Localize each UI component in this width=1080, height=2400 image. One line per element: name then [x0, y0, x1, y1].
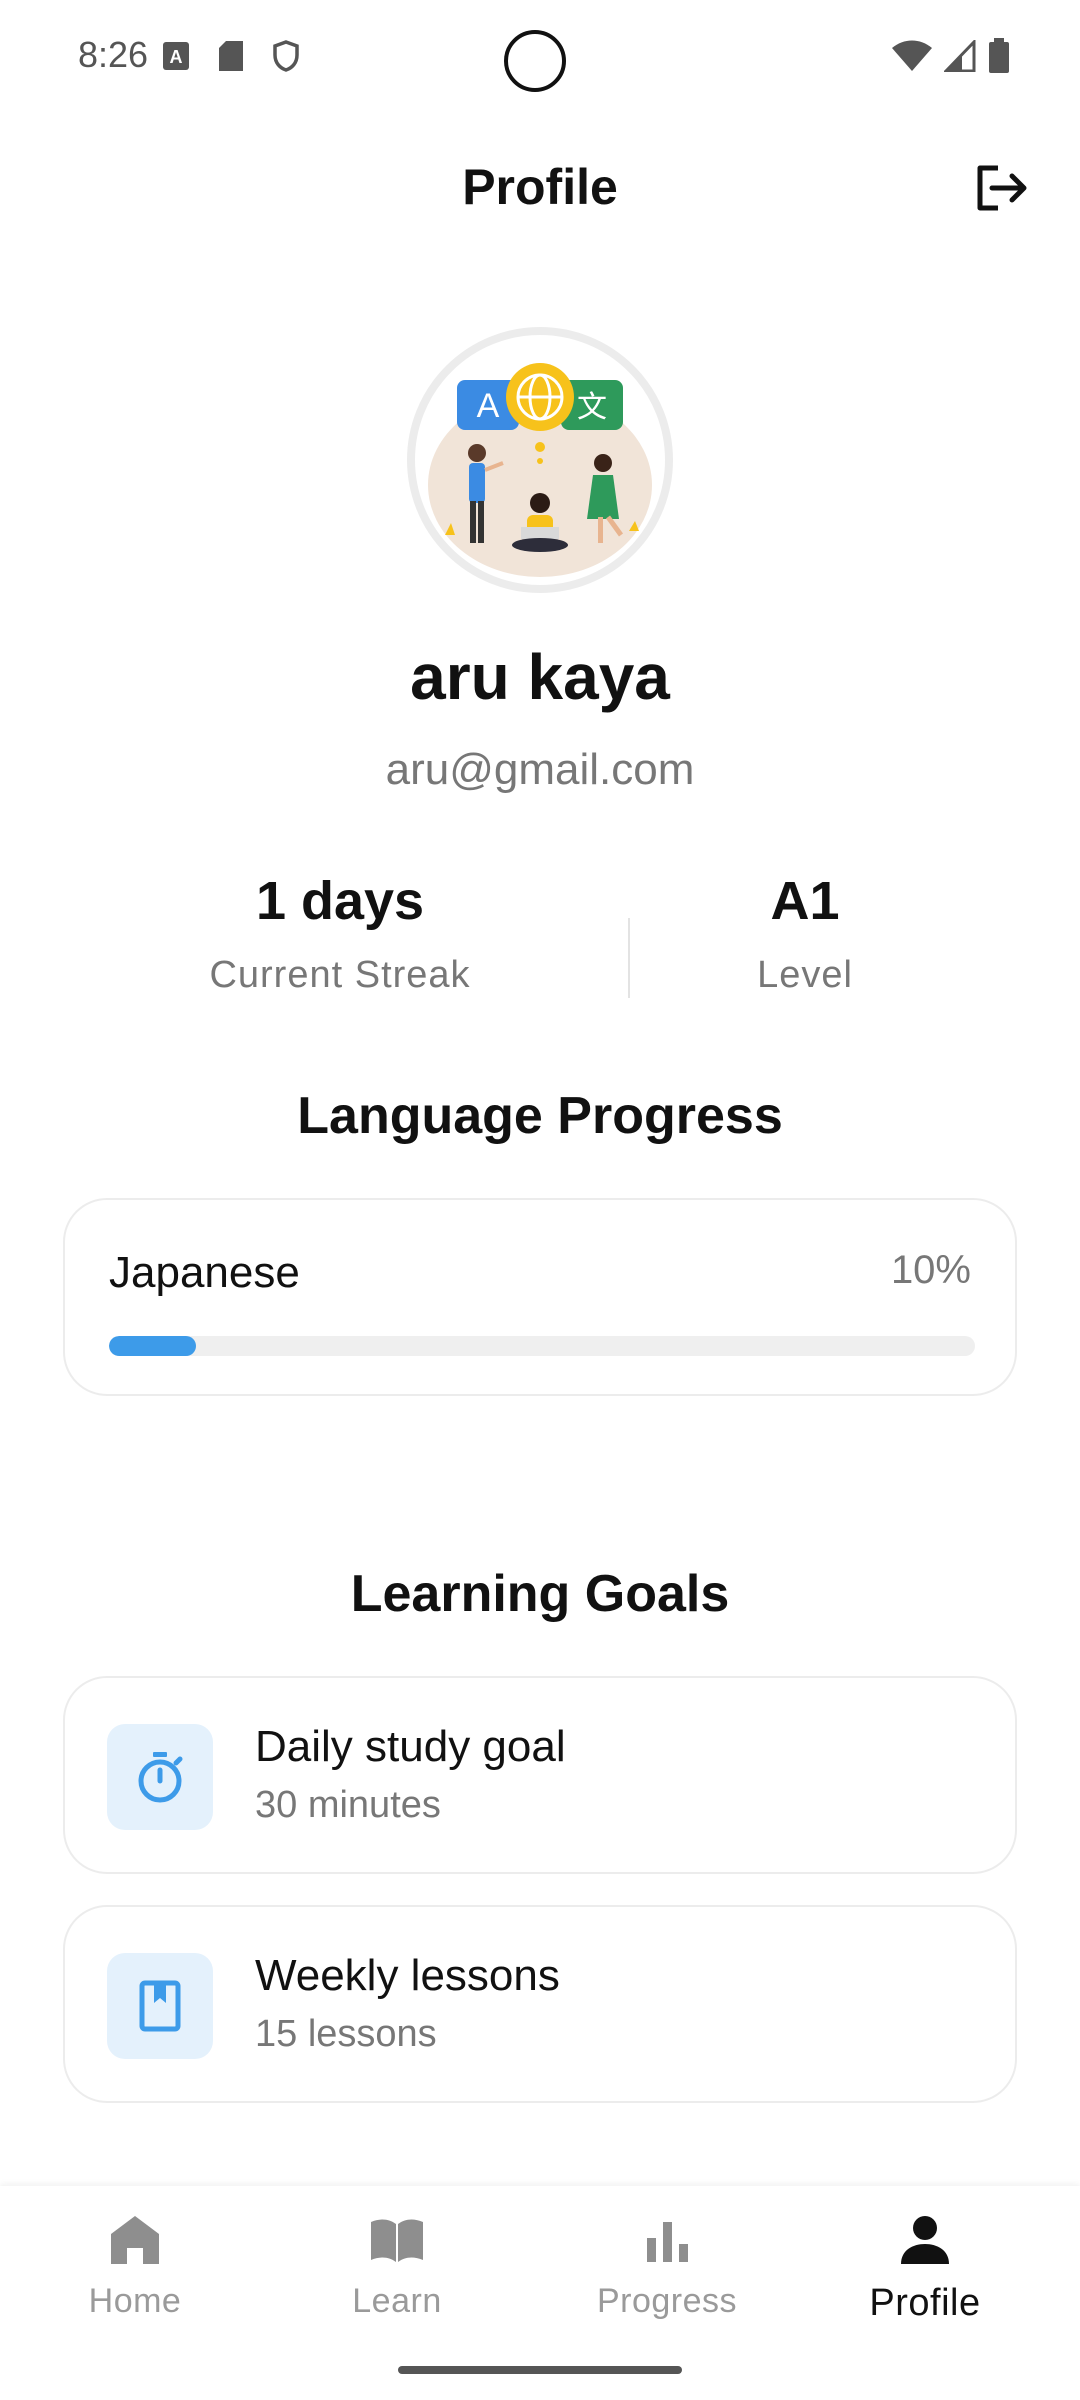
home-icon: [111, 2216, 159, 2264]
goal-card-weekly[interactable]: Weekly lessons 15 lessons: [63, 1905, 1017, 2103]
logout-icon: [977, 165, 1027, 211]
stat-level: A1 Level: [660, 870, 950, 997]
wifi-icon: [892, 40, 932, 71]
language-name: Japanese: [109, 1248, 300, 1297]
status-right-icons: [892, 38, 1010, 74]
language-progress-bar: [109, 1336, 975, 1356]
goal-title: Daily study goal: [255, 1722, 566, 1771]
battery-icon: [989, 38, 1009, 73]
language-progress-title: Language Progress: [297, 1087, 783, 1145]
logout-button[interactable]: [972, 160, 1028, 216]
font-notification-icon: A: [163, 42, 189, 70]
language-learning-illustration: A 文: [428, 363, 652, 577]
svg-text:A: A: [170, 47, 183, 67]
nav-home[interactable]: Home: [0, 2210, 270, 2321]
goal-icon-box: [107, 1953, 213, 2059]
language-percent: 10%: [890, 1248, 971, 1292]
user-email: aru@gmail.com: [385, 745, 695, 794]
nav-label: Profile: [869, 2282, 981, 2324]
person-icon: [901, 2216, 949, 2264]
status-time: 8:26: [78, 34, 149, 75]
user-name: aru kaya: [410, 641, 670, 713]
nav-label: Home: [88, 2282, 182, 2320]
bar-chart-icon: [647, 2222, 688, 2262]
stats-divider: [628, 918, 630, 998]
level-label: Level: [757, 954, 853, 996]
bookmark-book-icon: [139, 1980, 181, 2032]
learning-goals-title: Learning Goals: [350, 1565, 730, 1623]
shield-icon: [273, 40, 299, 72]
goal-value: 15 lessons: [255, 2013, 437, 2055]
book-open-icon: [371, 2219, 423, 2262]
timer-icon: [138, 1752, 183, 1803]
goal-value: 30 minutes: [255, 1784, 441, 1826]
goal-card-daily[interactable]: Daily study goal 30 minutes: [63, 1676, 1017, 1874]
svg-text:文: 文: [577, 390, 607, 425]
stat-streak: 1 days Current Streak: [160, 870, 520, 997]
nav-label: Progress: [596, 2282, 738, 2320]
goal-icon-box: [107, 1724, 213, 1830]
home-indicator[interactable]: [398, 2366, 682, 2374]
nav-progress[interactable]: Progress: [532, 2210, 802, 2321]
nav-profile[interactable]: Profile: [790, 2210, 1060, 2325]
sd-card-icon: [219, 41, 243, 71]
streak-label: Current Streak: [209, 954, 471, 996]
nav-label: Learn: [352, 2282, 442, 2320]
status-left-icons: A: [162, 40, 300, 72]
camera-cutout: [504, 30, 566, 92]
page-title: Profile: [462, 159, 618, 215]
avatar[interactable]: A 文: [407, 327, 673, 593]
streak-value: 1 days: [255, 871, 425, 931]
language-progress-fill: [109, 1336, 196, 1356]
nav-learn[interactable]: Learn: [262, 2210, 532, 2321]
level-value: A1: [770, 871, 840, 931]
goal-title: Weekly lessons: [255, 1951, 560, 2000]
language-progress-card[interactable]: Japanese 10%: [63, 1198, 1017, 1396]
cellular-signal-icon: [944, 40, 976, 72]
svg-text:A: A: [477, 387, 500, 425]
